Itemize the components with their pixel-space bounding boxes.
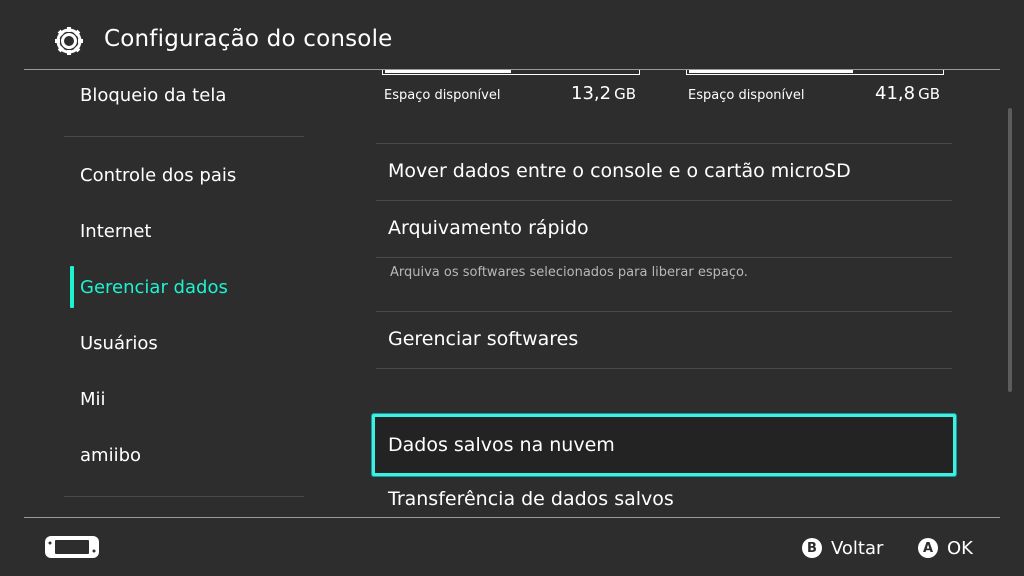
sidebar-item-lock-screen[interactable]: Bloqueio da tela xyxy=(80,84,226,108)
sidebar-item-data-management[interactable]: Gerenciar dados xyxy=(80,276,228,300)
list-item-label: Dados salvos na nuvem xyxy=(388,434,615,456)
console-icon xyxy=(45,536,99,558)
list-divider xyxy=(376,368,952,369)
storage-number: 13,2 xyxy=(571,83,612,104)
gear-icon xyxy=(55,27,83,55)
footer: B Voltar A OK xyxy=(0,518,1024,576)
storage-bar-fill xyxy=(385,70,511,73)
ok-hint[interactable]: A OK xyxy=(918,537,973,559)
header: Configuração do console xyxy=(0,0,1024,70)
storage-label: Espaço disponível xyxy=(688,88,805,103)
list-item-save-data-transfer[interactable]: Transferência de dados salvos xyxy=(376,484,952,518)
storage-system: Espaço disponível 13,2 GB xyxy=(382,70,640,110)
back-hint[interactable]: B Voltar xyxy=(802,537,883,559)
page-title: Configuração do console xyxy=(104,26,393,52)
scrollbar[interactable] xyxy=(1008,108,1012,392)
storage-value: 13,2 GB xyxy=(571,83,636,104)
sidebar-item-parental-controls[interactable]: Controle dos pais xyxy=(80,164,236,188)
sidebar-divider xyxy=(64,136,304,137)
list-item-manage-software[interactable]: Gerenciar softwares xyxy=(376,312,952,368)
storage-value: 41,8 GB xyxy=(875,83,940,104)
sidebar-divider xyxy=(64,496,304,497)
list-item-label: Transferência de dados salvos xyxy=(388,488,674,510)
list-item-description: Arquiva os softwares selecionados para l… xyxy=(390,265,748,280)
sidebar: Bloqueio da tela Controle dos pais Inter… xyxy=(0,70,328,518)
storage-number: 41,8 xyxy=(875,83,916,104)
sidebar-item-mii[interactable]: Mii xyxy=(80,388,106,412)
storage-microsd: Espaço disponível 41,8 GB xyxy=(686,70,944,110)
list-divider xyxy=(376,257,952,258)
ok-label: OK xyxy=(947,537,973,559)
sidebar-item-users[interactable]: Usuários xyxy=(80,332,158,356)
list-item-quick-archive[interactable]: Arquivamento rápido xyxy=(376,201,952,257)
b-button-icon: B xyxy=(802,538,822,558)
list-item-cloud-save-data[interactable]: Dados salvos na nuvem xyxy=(372,414,956,476)
back-label: Voltar xyxy=(831,537,884,559)
storage-label: Espaço disponível xyxy=(384,88,501,103)
list-item-label: Arquivamento rápido xyxy=(388,217,589,239)
storage-unit: GB xyxy=(918,85,940,103)
storage-unit: GB xyxy=(614,85,636,103)
sidebar-item-amiibo[interactable]: amiibo xyxy=(80,444,141,468)
storage-bar-fill xyxy=(689,70,853,73)
a-button-icon: A xyxy=(918,538,938,558)
list-item-label: Mover dados entre o console e o cartão m… xyxy=(388,160,851,182)
active-indicator xyxy=(70,266,74,308)
sidebar-item-internet[interactable]: Internet xyxy=(80,220,151,244)
main-panel: Espaço disponível 13,2 GB Espaço disponív… xyxy=(328,70,1008,518)
list-item-move-data[interactable]: Mover dados entre o console e o cartão m… xyxy=(376,144,952,200)
list-item-label: Gerenciar softwares xyxy=(388,328,579,350)
